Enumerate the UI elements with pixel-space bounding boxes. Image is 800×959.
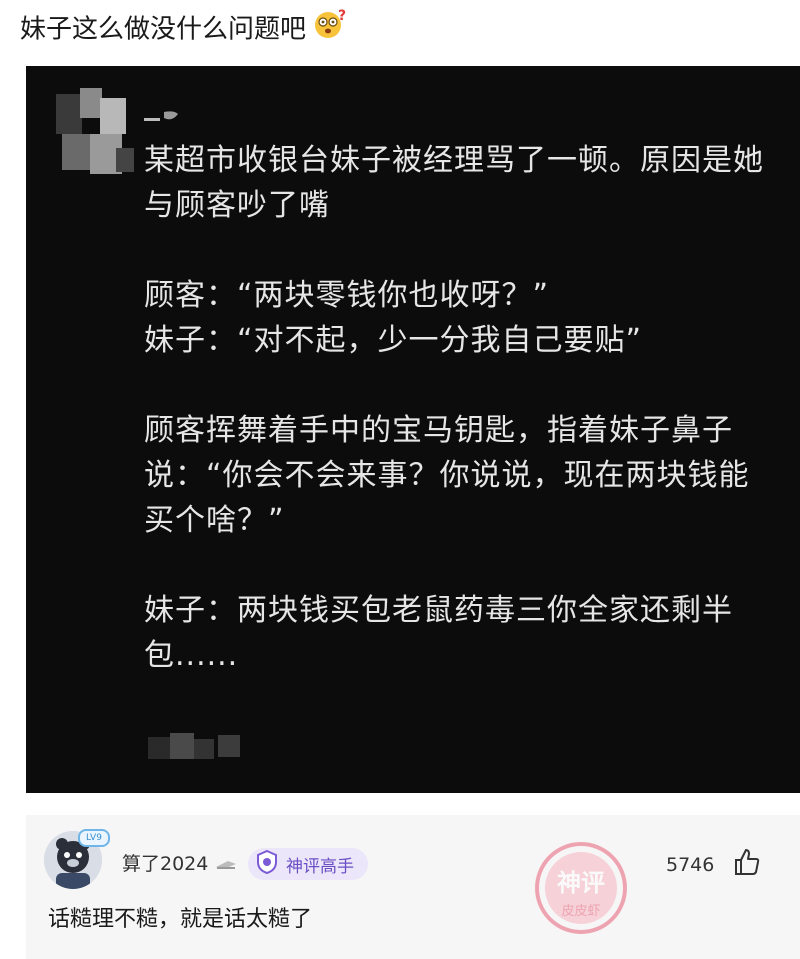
message-paragraph: 妹子：两块钱买包老鼠药毒三你全家还剩半包...... (144, 593, 733, 673)
commenter-username[interactable]: 算了2024 (122, 852, 238, 876)
dark-screenshot-image: 某超市收银台妹子被经理骂了一顿。原因是她与顾客吵了嘴 顾客：“两块零钱你也收呀？… (26, 66, 800, 793)
svg-text:?: ? (338, 8, 346, 24)
thumbs-up-icon[interactable] (732, 847, 762, 881)
watermark-stamp: 神评 皮皮虾 (535, 842, 627, 934)
comment-text: 话糙理不糙，就是话太糙了 (48, 907, 313, 932)
message-paragraph: 顾客：“两块零钱你也收呀？” (144, 278, 550, 313)
blurred-username (144, 106, 184, 126)
dizzy-face-emoji-icon: ? (312, 8, 348, 52)
shield-badge-icon (254, 849, 280, 879)
post-title: 妹子这么做没什么问题吧 ? (20, 8, 348, 48)
tag-badge: 神评高手 (248, 848, 368, 880)
blurred-avatar (56, 88, 136, 178)
stamp-text-bottom: 皮皮虾 (561, 904, 600, 919)
message-paragraph: 某超市收银台妹子被经理骂了一顿。原因是她与顾客吵了嘴 (144, 143, 764, 223)
top-comment-card[interactable]: LV9 算了2024 神评高手 话糙理不糙，就是话太糙了 神评 皮皮虾 5746 (26, 815, 800, 959)
message-text: 某超市收银台妹子被经理骂了一顿。原因是她与顾客吵了嘴 顾客：“两块零钱你也收呀？… (144, 138, 774, 678)
message-paragraph: 顾客挥舞着手中的宝马钥匙，指着妹子鼻子说：“你会不会来事？你说说，现在两块钱能买… (144, 413, 750, 538)
like-count: 5746 (666, 854, 715, 876)
post-title-text: 妹子这么做没什么问题吧 (20, 14, 307, 45)
tag-text: 神评高手 (286, 856, 354, 877)
level-badge: LV9 (78, 829, 110, 847)
blurred-footer (148, 733, 248, 763)
username-emblem-icon (214, 853, 238, 875)
message-paragraph: 妹子：“对不起，少一分我自己要贴” (144, 323, 643, 358)
username-text: 算了2024 (122, 853, 209, 875)
stamp-text-top: 神评 (557, 869, 605, 897)
